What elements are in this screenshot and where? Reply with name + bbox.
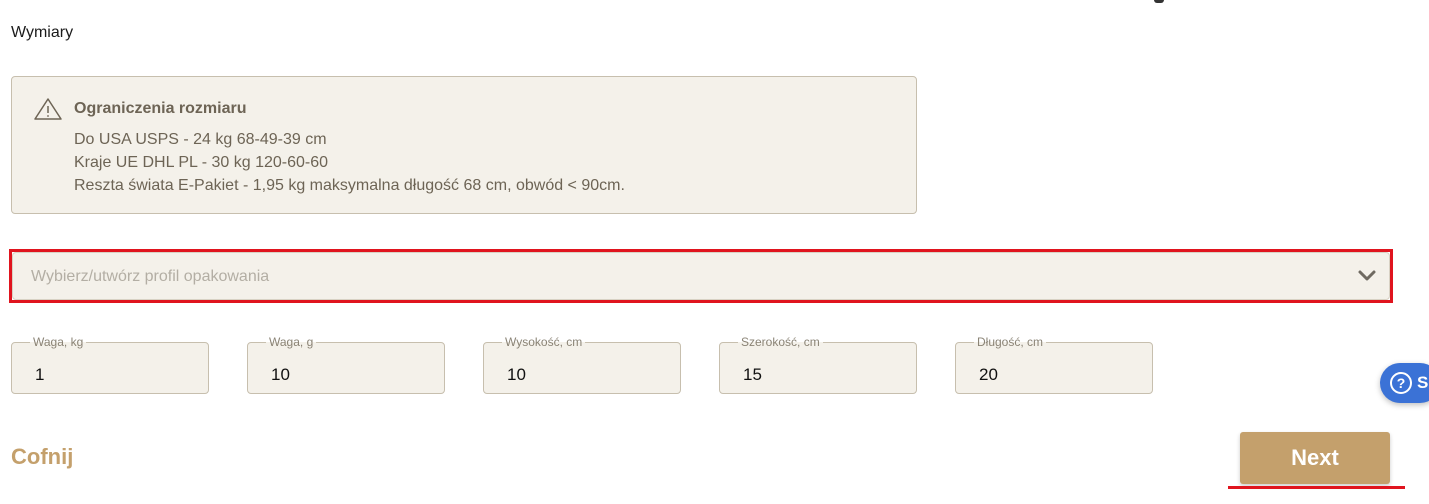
notice-line-world: Reszta świata E-Pakiet - 1,95 kg maksyma… (74, 177, 625, 194)
chevron-down-icon[interactable] (1357, 269, 1377, 283)
warning-triangle-icon (34, 98, 62, 120)
weight-kg-field[interactable]: Waga, kg (11, 335, 209, 394)
notice-lines: Do USA USPS - 24 kg 68-49-39 cm Kraje UE… (74, 128, 625, 197)
next-highlight-underline (1228, 486, 1405, 489)
top-edge-fragment (1154, 0, 1164, 3)
weight-g-field[interactable]: Waga, g (247, 335, 445, 394)
package-profile-select[interactable]: Wybierz/utwórz profil opakowania (12, 252, 1390, 300)
help-button-label: S (1417, 373, 1429, 392)
notice-line-eu: Kraje UE DHL PL - 30 kg 120-60-60 (74, 154, 329, 171)
length-field[interactable]: Długość, cm (955, 335, 1153, 394)
height-field[interactable]: Wysokość, cm (483, 335, 681, 394)
package-profile-placeholder: Wybierz/utwórz profil opakowania (31, 268, 270, 285)
height-input[interactable] (484, 343, 680, 393)
help-button[interactable]: ? S (1380, 363, 1429, 403)
weight-kg-input[interactable] (12, 343, 208, 393)
notice-line-usa: Do USA USPS - 24 kg 68-49-39 cm (74, 131, 327, 148)
length-input[interactable] (956, 343, 1152, 393)
width-input[interactable] (720, 343, 916, 393)
width-field[interactable]: Szerokość, cm (719, 335, 917, 394)
weight-g-input[interactable] (248, 343, 444, 393)
question-circle-icon: ? (1390, 372, 1412, 394)
next-button[interactable]: Next (1240, 432, 1390, 484)
back-button[interactable]: Cofnij (11, 444, 73, 470)
section-title: Wymiary (11, 24, 74, 41)
notice-title: Ograniczenia rozmiaru (74, 100, 247, 117)
size-limits-notice: Ograniczenia rozmiaru Do USA USPS - 24 k… (11, 76, 917, 214)
